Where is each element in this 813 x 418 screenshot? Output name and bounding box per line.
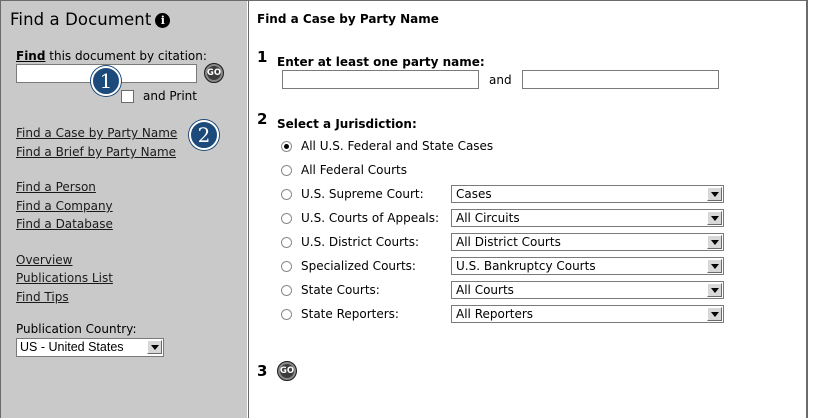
label-district-courts: U.S. District Courts: (301, 235, 420, 249)
label-state-courts: State Courts: (301, 283, 380, 297)
select-state-reporters-value: All Reporters (456, 307, 534, 321)
label-specialized-courts: Specialized Courts: (301, 259, 416, 273)
step-1-label: Enter at least one party name: (277, 55, 485, 69)
select-district-courts[interactable]: All District Courts (451, 233, 724, 251)
select-state-courts-value: All Courts (456, 283, 514, 297)
link-find-case-by-party[interactable]: Find a Case by Party Name (16, 126, 177, 140)
select-specialized-courts[interactable]: U.S. Bankruptcy Courts (451, 257, 724, 275)
radio-state-reporters[interactable] (281, 309, 292, 320)
link-find-database[interactable]: Find a Database (16, 217, 113, 231)
select-supreme-court[interactable]: Cases (451, 185, 724, 203)
radio-courts-of-appeals[interactable] (281, 213, 292, 224)
step-2-number: 2 (257, 110, 268, 128)
sidebar-title-text: Find a Document (10, 10, 152, 29)
step-1-number: 1 (257, 48, 268, 66)
link-overview[interactable]: Overview (16, 253, 73, 267)
step-3-number: 3 (257, 362, 268, 380)
citation-label-rest: this document by citation: (45, 49, 207, 63)
sidebar-title: Find a Document i (10, 10, 171, 29)
label-supreme-court: U.S. Supreme Court: (301, 187, 424, 201)
label-state-reporters: State Reporters: (301, 307, 399, 321)
chevron-down-icon[interactable] (707, 187, 722, 201)
link-find-tips[interactable]: Find Tips (16, 290, 69, 304)
link-find-brief-by-party[interactable]: Find a Brief by Party Name (16, 145, 176, 159)
print-label: and Print (143, 89, 197, 103)
radio-state-courts[interactable] (281, 285, 292, 296)
print-checkbox[interactable] (121, 90, 134, 103)
step-2-label: Select a Jurisdiction: (277, 117, 417, 131)
country-label: Publication Country: (16, 322, 137, 336)
country-select[interactable]: US - United States (16, 338, 164, 357)
info-icon[interactable]: i (155, 13, 171, 28)
party-name-2-input[interactable] (522, 70, 719, 89)
select-courts-of-appeals-value: All Circuits (456, 211, 520, 225)
chevron-down-icon[interactable] (707, 283, 722, 297)
link-publications-list[interactable]: Publications List (16, 271, 113, 285)
radio-all-federal-courts[interactable] (281, 165, 292, 176)
radio-supreme-court[interactable] (281, 189, 292, 200)
select-supreme-court-value: Cases (456, 187, 492, 201)
chevron-down-icon[interactable] (707, 211, 722, 225)
label-courts-of-appeals: U.S. Courts of Appeals: (301, 211, 440, 225)
select-specialized-courts-value: U.S. Bankruptcy Courts (456, 259, 596, 273)
label-all-us-cases: All U.S. Federal and State Cases (301, 139, 494, 153)
link-find-company[interactable]: Find a Company (16, 199, 113, 213)
party-name-1-input[interactable] (282, 70, 479, 89)
radio-district-courts[interactable] (281, 237, 292, 248)
link-find-person[interactable]: Find a Person (16, 180, 96, 194)
citation-label-find: Find (16, 49, 46, 63)
radio-specialized-courts[interactable] (281, 261, 292, 272)
chevron-down-icon[interactable] (707, 307, 722, 321)
chevron-down-icon[interactable] (707, 259, 722, 273)
citation-go-button[interactable]: GO (204, 63, 224, 83)
and-text: and (489, 73, 512, 87)
page-title: Find a Case by Party Name (257, 12, 439, 26)
chevron-down-icon[interactable] (707, 235, 722, 249)
citation-label: Find this document by citation: (16, 49, 207, 63)
callout-badge-2: 2 (189, 120, 219, 150)
callout-badge-1: 1 (91, 66, 121, 96)
select-courts-of-appeals[interactable]: All Circuits (451, 209, 724, 227)
radio-all-us-cases[interactable] (281, 141, 292, 152)
label-all-federal-courts: All Federal Courts (301, 163, 407, 177)
search-go-button[interactable]: GO (277, 361, 297, 381)
country-select-value: US - United States (20, 340, 124, 354)
select-state-reporters[interactable]: All Reporters (451, 305, 724, 323)
chevron-down-icon[interactable] (147, 340, 162, 354)
select-state-courts[interactable]: All Courts (451, 281, 724, 299)
select-district-courts-value: All District Courts (456, 235, 561, 249)
